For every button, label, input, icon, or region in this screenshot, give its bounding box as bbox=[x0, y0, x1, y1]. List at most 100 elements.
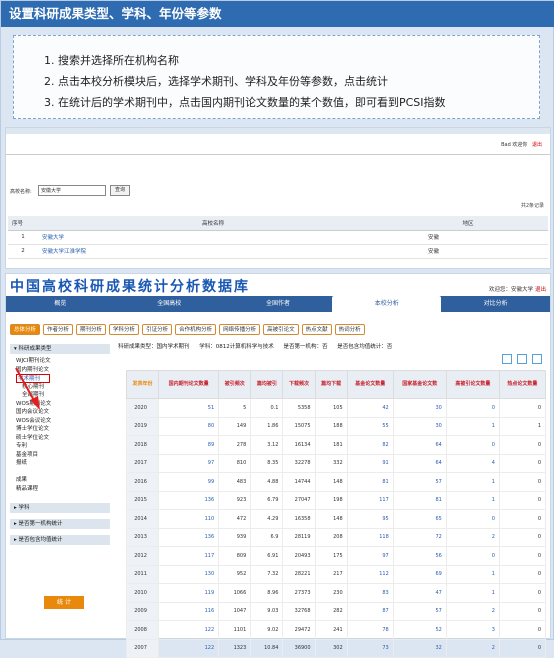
sidebar-item[interactable]: 精品课程 bbox=[10, 485, 110, 494]
value-cell[interactable]: 4 bbox=[445, 453, 500, 473]
nav-national-schools[interactable]: 全国高校 bbox=[115, 296, 224, 312]
school-search-input[interactable]: 安徽大学 bbox=[38, 185, 106, 196]
logout-link[interactable]: 退出 bbox=[535, 287, 546, 293]
value-cell[interactable]: 51 bbox=[158, 398, 220, 418]
export-icon[interactable] bbox=[532, 354, 542, 364]
value-cell[interactable]: 0 bbox=[445, 509, 500, 529]
value-cell[interactable]: 0 bbox=[445, 398, 500, 418]
col-domestic-papers[interactable]: 国内期刊论文数量 bbox=[158, 370, 220, 399]
sidebar-group-mean[interactable]: ▸ 是否包含均值统计 bbox=[10, 535, 110, 545]
value-cell[interactable]: 1 bbox=[445, 583, 500, 603]
value-cell[interactable]: 2 bbox=[445, 638, 500, 658]
value-cell[interactable]: 64 bbox=[392, 435, 447, 455]
nav-compare[interactable]: 对比分析 bbox=[441, 296, 550, 312]
col-hot-papers[interactable]: 热点论文数量 bbox=[498, 370, 547, 399]
value-cell[interactable]: 97 bbox=[158, 453, 220, 473]
value-cell[interactable]: 122 bbox=[158, 638, 220, 658]
sidebar-item[interactable]: 成果 bbox=[10, 476, 110, 485]
value-cell[interactable]: 136 bbox=[158, 490, 220, 510]
value-cell[interactable]: 64 bbox=[392, 453, 447, 473]
value-cell[interactable]: 110 bbox=[158, 509, 220, 529]
statistics-button[interactable]: 统 计 bbox=[44, 596, 84, 609]
value-cell[interactable]: 112 bbox=[346, 564, 394, 584]
value-cell[interactable]: 69 bbox=[392, 564, 447, 584]
value-cell[interactable]: 0 bbox=[445, 546, 500, 566]
value-cell[interactable]: 1 bbox=[445, 416, 500, 436]
value-cell[interactable]: 3 bbox=[445, 620, 500, 640]
tab-hot-words[interactable]: 热词分析 bbox=[334, 324, 365, 335]
value-cell[interactable]: 99 bbox=[158, 472, 220, 492]
value-cell[interactable]: 42 bbox=[346, 398, 394, 418]
value-cell[interactable]: 1 bbox=[445, 490, 500, 510]
value-cell[interactable]: 87 bbox=[346, 601, 394, 621]
value-cell[interactable]: 95 bbox=[346, 509, 394, 529]
tab-journal[interactable]: 期刊分析 bbox=[76, 324, 107, 335]
col-national-fund[interactable]: 国家基金论文数 bbox=[392, 370, 447, 399]
value-cell[interactable]: 82 bbox=[346, 435, 394, 455]
col-downloads[interactable]: 下载频次 bbox=[282, 370, 316, 399]
value-cell[interactable]: 81 bbox=[392, 490, 447, 510]
value-cell[interactable]: 78 bbox=[346, 620, 394, 640]
tab-overall[interactable]: 总体分析 bbox=[10, 324, 41, 335]
value-cell[interactable]: 0 bbox=[445, 435, 500, 455]
value-cell[interactable]: 1 bbox=[445, 564, 500, 584]
value-cell[interactable]: 136 bbox=[158, 527, 220, 547]
value-cell[interactable]: 91 bbox=[346, 453, 394, 473]
value-cell[interactable]: 56 bbox=[392, 546, 447, 566]
value-cell[interactable]: 30 bbox=[392, 416, 447, 436]
col-avg-downloads[interactable]: 篇均下载 bbox=[314, 370, 348, 399]
value-cell[interactable]: 52 bbox=[392, 620, 447, 640]
col-citations[interactable]: 被引频次 bbox=[218, 370, 252, 399]
value-cell[interactable]: 89 bbox=[158, 435, 220, 455]
value-cell[interactable]: 118 bbox=[346, 527, 394, 547]
value-cell[interactable]: 30 bbox=[392, 398, 447, 418]
value-cell[interactable]: 130 bbox=[158, 564, 220, 584]
sidebar-item[interactable]: 博士学位论文 bbox=[10, 425, 110, 434]
sidebar-item[interactable]: 基金项目 bbox=[10, 451, 110, 460]
value-cell[interactable]: 47 bbox=[392, 583, 447, 603]
tab-citation[interactable]: 引证分析 bbox=[142, 324, 173, 335]
value-cell[interactable]: 117 bbox=[158, 546, 220, 566]
nav-school-analysis[interactable]: 本校分析 bbox=[332, 296, 442, 312]
value-cell[interactable]: 2 bbox=[445, 601, 500, 621]
value-cell[interactable]: 2 bbox=[445, 527, 500, 547]
bar-chart-icon[interactable] bbox=[517, 354, 527, 364]
value-cell[interactable]: 122 bbox=[158, 620, 220, 640]
tab-hot-docs[interactable]: 热点文献 bbox=[301, 324, 332, 335]
nav-national-authors[interactable]: 全国作者 bbox=[224, 296, 333, 312]
nav-overview[interactable]: 概览 bbox=[6, 296, 115, 312]
value-cell[interactable]: 65 bbox=[392, 509, 447, 529]
value-cell[interactable]: 119 bbox=[158, 583, 220, 603]
sidebar-item[interactable]: 硕士学位论文 bbox=[10, 434, 110, 443]
tab-highly-cited[interactable]: 高被引论文 bbox=[263, 324, 299, 335]
sidebar-item[interactable]: 报纸 bbox=[10, 459, 110, 468]
search-button[interactable]: 查询 bbox=[110, 185, 130, 196]
school-link[interactable]: 安徽大学 bbox=[38, 230, 388, 245]
col-highly-cited[interactable]: 高被引论文数量 bbox=[445, 370, 500, 399]
col-avg-citations[interactable]: 篇均被引 bbox=[250, 370, 284, 399]
tab-subject[interactable]: 学科分析 bbox=[109, 324, 140, 335]
value-cell[interactable]: 117 bbox=[346, 490, 394, 510]
sidebar-item[interactable]: WJCI期刊论文 bbox=[10, 357, 110, 366]
value-cell[interactable]: 32 bbox=[392, 638, 447, 658]
value-cell[interactable]: 116 bbox=[158, 601, 220, 621]
sidebar-group-subject[interactable]: ▸ 学科 bbox=[10, 503, 110, 513]
value-cell[interactable]: 57 bbox=[392, 601, 447, 621]
sidebar-item[interactable]: 专利 bbox=[10, 442, 110, 451]
value-cell[interactable]: 57 bbox=[392, 472, 447, 492]
value-cell[interactable]: 55 bbox=[346, 416, 394, 436]
logout-link[interactable]: 退出 bbox=[532, 142, 542, 148]
value-cell[interactable]: 72 bbox=[392, 527, 447, 547]
col-fund-papers[interactable]: 基金论文数量 bbox=[346, 370, 394, 399]
tab-partner[interactable]: 合作机构分析 bbox=[175, 324, 217, 335]
col-year[interactable]: 发表年份 bbox=[125, 370, 160, 399]
sidebar-item[interactable]: WOS会议论文 bbox=[10, 417, 110, 426]
value-cell[interactable]: 80 bbox=[158, 416, 220, 436]
sidebar-head[interactable]: ▾ 科研成果类型 bbox=[10, 344, 110, 354]
value-cell[interactable]: 97 bbox=[346, 546, 394, 566]
tab-network[interactable]: 网络传播分析 bbox=[219, 324, 261, 335]
value-cell[interactable]: 73 bbox=[346, 638, 394, 658]
value-cell[interactable]: 83 bbox=[346, 583, 394, 603]
sidebar-group-first-inst[interactable]: ▸ 是否第一机构统计 bbox=[10, 519, 110, 529]
table-view-icon[interactable] bbox=[502, 354, 512, 364]
